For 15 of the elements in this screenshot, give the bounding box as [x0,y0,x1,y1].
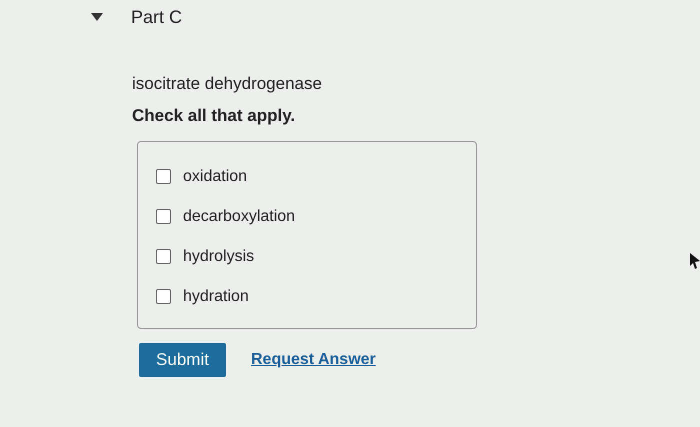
option-label: hydration [183,286,249,306]
part-title: Part C [131,6,182,29]
question-text: isocitrate dehydrogenase [132,73,322,95]
checkbox[interactable] [156,289,171,304]
request-answer-link[interactable]: Request Answer [251,348,376,372]
checkbox[interactable] [156,209,171,224]
option-label: oxidation [183,166,248,186]
caret-down-icon[interactable] [91,12,103,22]
option-label: hydrolysis [183,246,254,266]
cursor-icon [690,253,700,269]
checkbox[interactable] [156,169,171,184]
submit-button[interactable]: Submit [139,343,226,377]
checkbox[interactable] [156,249,171,264]
option-label: decarboxylation [183,206,296,226]
instruction-text: Check all that apply. [132,105,296,127]
